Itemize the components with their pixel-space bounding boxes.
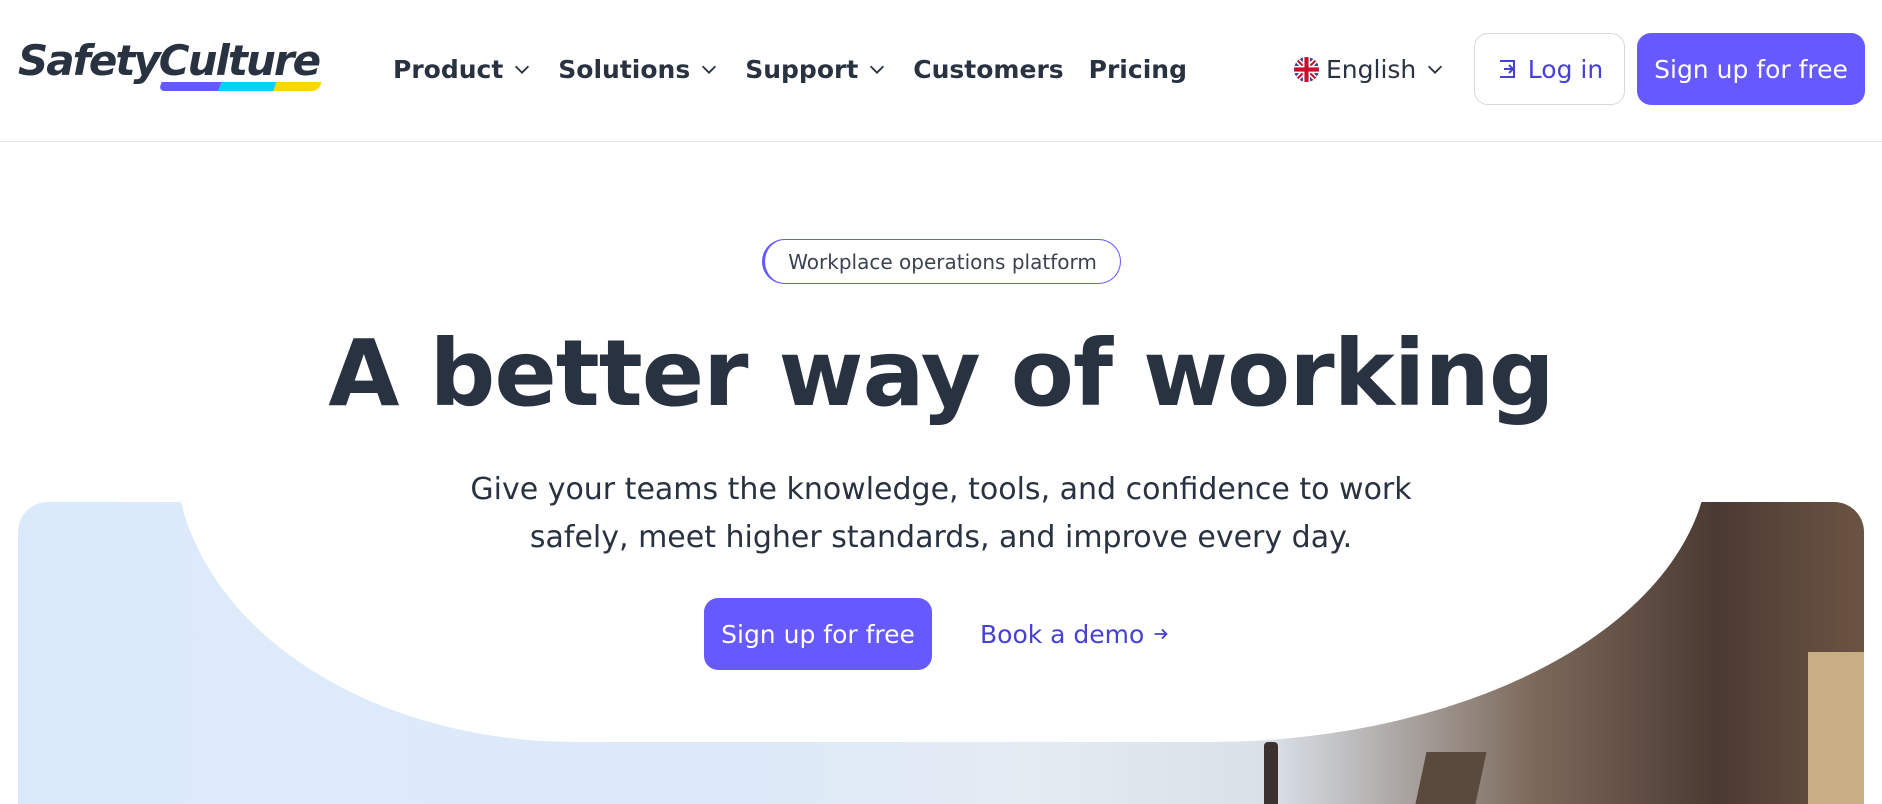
chevron-down-icon — [870, 65, 885, 74]
chevron-down-icon — [1428, 65, 1443, 74]
logo-underline — [158, 82, 322, 91]
uk-flag-icon — [1294, 56, 1319, 82]
nav-item-solutions[interactable]: Solutions — [558, 51, 720, 87]
hero-headline: A better way of working — [328, 320, 1554, 427]
book-demo-link[interactable]: Book a demo — [980, 616, 1172, 652]
hero-subtitle-line: Give your teams the knowledge, tools, an… — [470, 472, 1412, 507]
hero-tag-label: Workplace operations platform — [788, 249, 1097, 274]
login-icon — [1499, 60, 1515, 78]
site-header: SafetyCulture Product Solutions Support … — [0, 0, 1882, 142]
hero-image-detail — [1808, 652, 1864, 804]
nav-item-pricing[interactable]: Pricing — [1089, 51, 1187, 87]
logo-underline-purple — [158, 82, 222, 91]
nav-item-label: Pricing — [1088, 54, 1187, 84]
nav-item-label: Product — [393, 54, 504, 84]
nav-item-label: Customers — [913, 54, 1064, 84]
language-selector[interactable]: English — [1294, 51, 1446, 87]
login-button[interactable]: Log in — [1474, 33, 1625, 105]
signup-button-hero[interactable]: Sign up for free — [704, 598, 932, 670]
nav-item-product[interactable]: Product — [393, 51, 533, 87]
main-nav: Product Solutions Support Customers Pric… — [393, 51, 1212, 87]
login-label: Log in — [1527, 54, 1604, 84]
nav-item-label: Solutions — [558, 54, 691, 84]
chevron-down-icon — [702, 65, 717, 74]
nav-item-label: Support — [745, 54, 859, 84]
nav-item-customers[interactable]: Customers — [913, 51, 1063, 87]
arrow-right-icon — [1154, 628, 1169, 640]
logo-underline-cyan — [218, 82, 277, 91]
logo-underline-yellow — [273, 82, 322, 91]
signup-button-header[interactable]: Sign up for free — [1637, 33, 1865, 105]
hero-subtitle-line: safely, meet higher standards, and impro… — [529, 520, 1353, 555]
chevron-down-icon — [515, 65, 530, 74]
hero-tag: Workplace operations platform — [762, 239, 1121, 284]
hero-image-detail — [1409, 752, 1487, 804]
book-demo-label: Book a demo — [980, 619, 1145, 649]
nav-item-support[interactable]: Support — [745, 51, 888, 87]
logo-text: SafetyCulture — [18, 36, 321, 85]
signup-label: Sign up for free — [721, 619, 915, 649]
hero-subtitle: Give your teams the knowledge, tools, an… — [441, 466, 1441, 562]
signup-label: Sign up for free — [1654, 54, 1848, 84]
language-label: English — [1326, 54, 1417, 84]
hero-image-detail — [1264, 742, 1278, 804]
